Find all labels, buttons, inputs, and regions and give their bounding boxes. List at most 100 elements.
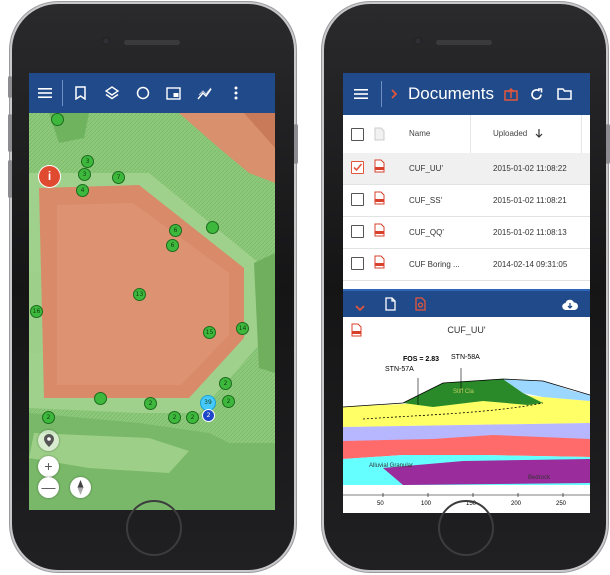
front-camera bbox=[102, 37, 110, 45]
station-label: STN-58A bbox=[451, 354, 480, 361]
front-camera bbox=[414, 37, 422, 45]
toolbar-divider bbox=[381, 81, 382, 107]
document-name: CUF Boring ... bbox=[409, 260, 460, 269]
viewer-document-title: CUF_UU' bbox=[447, 325, 486, 335]
row-checkbox[interactable] bbox=[351, 257, 364, 270]
earpiece-speaker bbox=[124, 40, 180, 45]
circle-icon[interactable] bbox=[127, 73, 158, 113]
borehole-marker[interactable]: 15 bbox=[203, 326, 216, 339]
right-phone: Documents Name Uploaded CUF_UU' 2015-01-… bbox=[324, 4, 610, 570]
upload-date: 2014-02-14 09:31:05 bbox=[493, 260, 568, 269]
borehole-marker[interactable]: 6 bbox=[166, 239, 179, 252]
document-name: CUF_UU' bbox=[409, 164, 443, 173]
fos-label: FOS = 2.83 bbox=[403, 356, 439, 363]
menu-icon[interactable] bbox=[343, 74, 379, 114]
upload-date: 2015-01-02 11:08:22 bbox=[493, 164, 567, 173]
table-header: Name Uploaded bbox=[343, 115, 590, 154]
borehole-marker[interactable]: 2 bbox=[219, 377, 232, 390]
borehole-marker[interactable] bbox=[94, 392, 107, 405]
info-button[interactable]: i bbox=[38, 165, 61, 188]
bookmark-icon[interactable] bbox=[65, 73, 96, 113]
borehole-marker[interactable]: 2 bbox=[42, 411, 55, 424]
table-row[interactable]: CUF_QQ' 2015-01-02 11:08:13 bbox=[343, 217, 590, 249]
compass-button[interactable] bbox=[70, 477, 91, 498]
table-row[interactable]: CUF_SS' 2015-01-02 11:08:21 bbox=[343, 185, 590, 217]
row-checkbox[interactable] bbox=[351, 161, 364, 174]
table-row[interactable]: CUF Boring ... 2014-02-14 09:31:05 bbox=[343, 249, 590, 281]
documents-toolbar: Documents bbox=[343, 73, 590, 115]
folder-icon[interactable] bbox=[550, 74, 580, 114]
borehole-marker[interactable]: 7 bbox=[112, 171, 125, 184]
borehole-marker[interactable]: 3 bbox=[78, 168, 91, 181]
table-row[interactable]: CUF_UU' 2015-01-02 11:08:22 bbox=[343, 153, 590, 185]
column-header-name[interactable]: Name bbox=[409, 115, 430, 153]
layer-label: Alluvial Granular bbox=[369, 463, 413, 469]
column-divider bbox=[581, 115, 582, 153]
layer-label: Stiff Cla bbox=[453, 389, 475, 395]
column-header-uploaded[interactable]: Uploaded bbox=[493, 115, 527, 153]
home-button bbox=[438, 500, 494, 556]
terrain-map bbox=[29, 113, 275, 510]
pdf-icon bbox=[374, 223, 385, 237]
chevron-right-icon[interactable] bbox=[384, 74, 404, 114]
mute-switch bbox=[8, 76, 12, 98]
pdf-viewer-icon[interactable] bbox=[415, 297, 426, 316]
borehole-marker[interactable]: 6 bbox=[169, 224, 182, 237]
station-label: STN-57A bbox=[385, 366, 414, 373]
select-all-checkbox[interactable] bbox=[351, 128, 364, 141]
upload-date: 2015-01-02 11:08:21 bbox=[493, 196, 567, 205]
x-tick-label: 250 bbox=[556, 501, 567, 507]
row-checkbox[interactable] bbox=[351, 193, 364, 206]
borehole-marker[interactable]: 2 bbox=[222, 395, 235, 408]
zoom-out-button[interactable]: — bbox=[38, 477, 59, 498]
collapse-chevron-icon[interactable] bbox=[355, 299, 365, 317]
map-view[interactable]: i 3 3 4 7 6 6 13 16 15 14 2 2 2 2 2 2 39… bbox=[29, 113, 275, 510]
volume-down-button bbox=[8, 160, 12, 198]
borehole-marker[interactable]: 2 bbox=[186, 411, 199, 424]
toolbar-divider bbox=[62, 80, 63, 106]
compass-icon bbox=[77, 480, 84, 495]
map-toolbar bbox=[29, 73, 275, 113]
document-name: CUF_SS' bbox=[409, 196, 443, 205]
cloud-download-icon[interactable] bbox=[562, 298, 579, 316]
borehole-marker[interactable]: 3 bbox=[81, 155, 94, 168]
cross-section-drawing: FOS = 2.83 STN-57A STN-58A Alluvial Gran… bbox=[343, 343, 590, 513]
home-button bbox=[126, 500, 182, 556]
borehole-marker[interactable]: 13 bbox=[133, 288, 146, 301]
slope-stability-section: FOS = 2.83 STN-57A STN-58A Alluvial Gran… bbox=[343, 343, 590, 513]
sort-arrow-down-icon[interactable] bbox=[535, 129, 543, 139]
row-checkbox[interactable] bbox=[351, 225, 364, 238]
earpiece-speaker bbox=[436, 40, 492, 45]
pdf-icon bbox=[374, 191, 385, 205]
borehole-marker[interactable] bbox=[206, 221, 219, 234]
location-button[interactable] bbox=[38, 430, 59, 451]
power-button bbox=[294, 124, 298, 164]
borehole-marker[interactable]: 4 bbox=[76, 184, 89, 197]
documents-app-screen: Documents Name Uploaded CUF_UU' 2015-01-… bbox=[343, 73, 590, 513]
document-viewer-toolbar bbox=[343, 289, 590, 319]
borehole-marker[interactable] bbox=[51, 113, 64, 126]
map-app-screen: i 3 3 4 7 6 6 13 16 15 14 2 2 2 2 2 2 39… bbox=[29, 73, 275, 510]
power-button bbox=[606, 124, 610, 164]
cluster-marker[interactable]: 2 bbox=[202, 409, 215, 422]
refresh-icon[interactable] bbox=[524, 74, 550, 114]
borehole-marker[interactable]: 14 bbox=[236, 322, 249, 335]
zoom-in-button[interactable]: + bbox=[38, 456, 59, 477]
document-icon[interactable] bbox=[385, 297, 396, 316]
left-phone: i 3 3 4 7 6 6 13 16 15 14 2 2 2 2 2 2 39… bbox=[8, 4, 298, 570]
layers-icon[interactable] bbox=[96, 73, 127, 113]
menu-icon[interactable] bbox=[29, 73, 60, 113]
more-vert-icon[interactable] bbox=[220, 73, 251, 113]
file-type-icon bbox=[374, 127, 385, 141]
measure-icon[interactable] bbox=[189, 73, 220, 113]
column-divider bbox=[470, 115, 471, 153]
x-tick-label: 50 bbox=[377, 501, 384, 507]
borehole-marker[interactable]: 2 bbox=[168, 411, 181, 424]
viewer-title-row: CUF_UU' bbox=[343, 317, 590, 343]
map-frame-icon[interactable] bbox=[158, 73, 189, 113]
x-tick-label: 200 bbox=[511, 501, 522, 507]
upload-icon[interactable] bbox=[498, 74, 524, 114]
document-name: CUF_QQ' bbox=[409, 228, 444, 237]
borehole-marker[interactable]: 2 bbox=[144, 397, 157, 410]
borehole-marker[interactable]: 16 bbox=[30, 305, 43, 318]
